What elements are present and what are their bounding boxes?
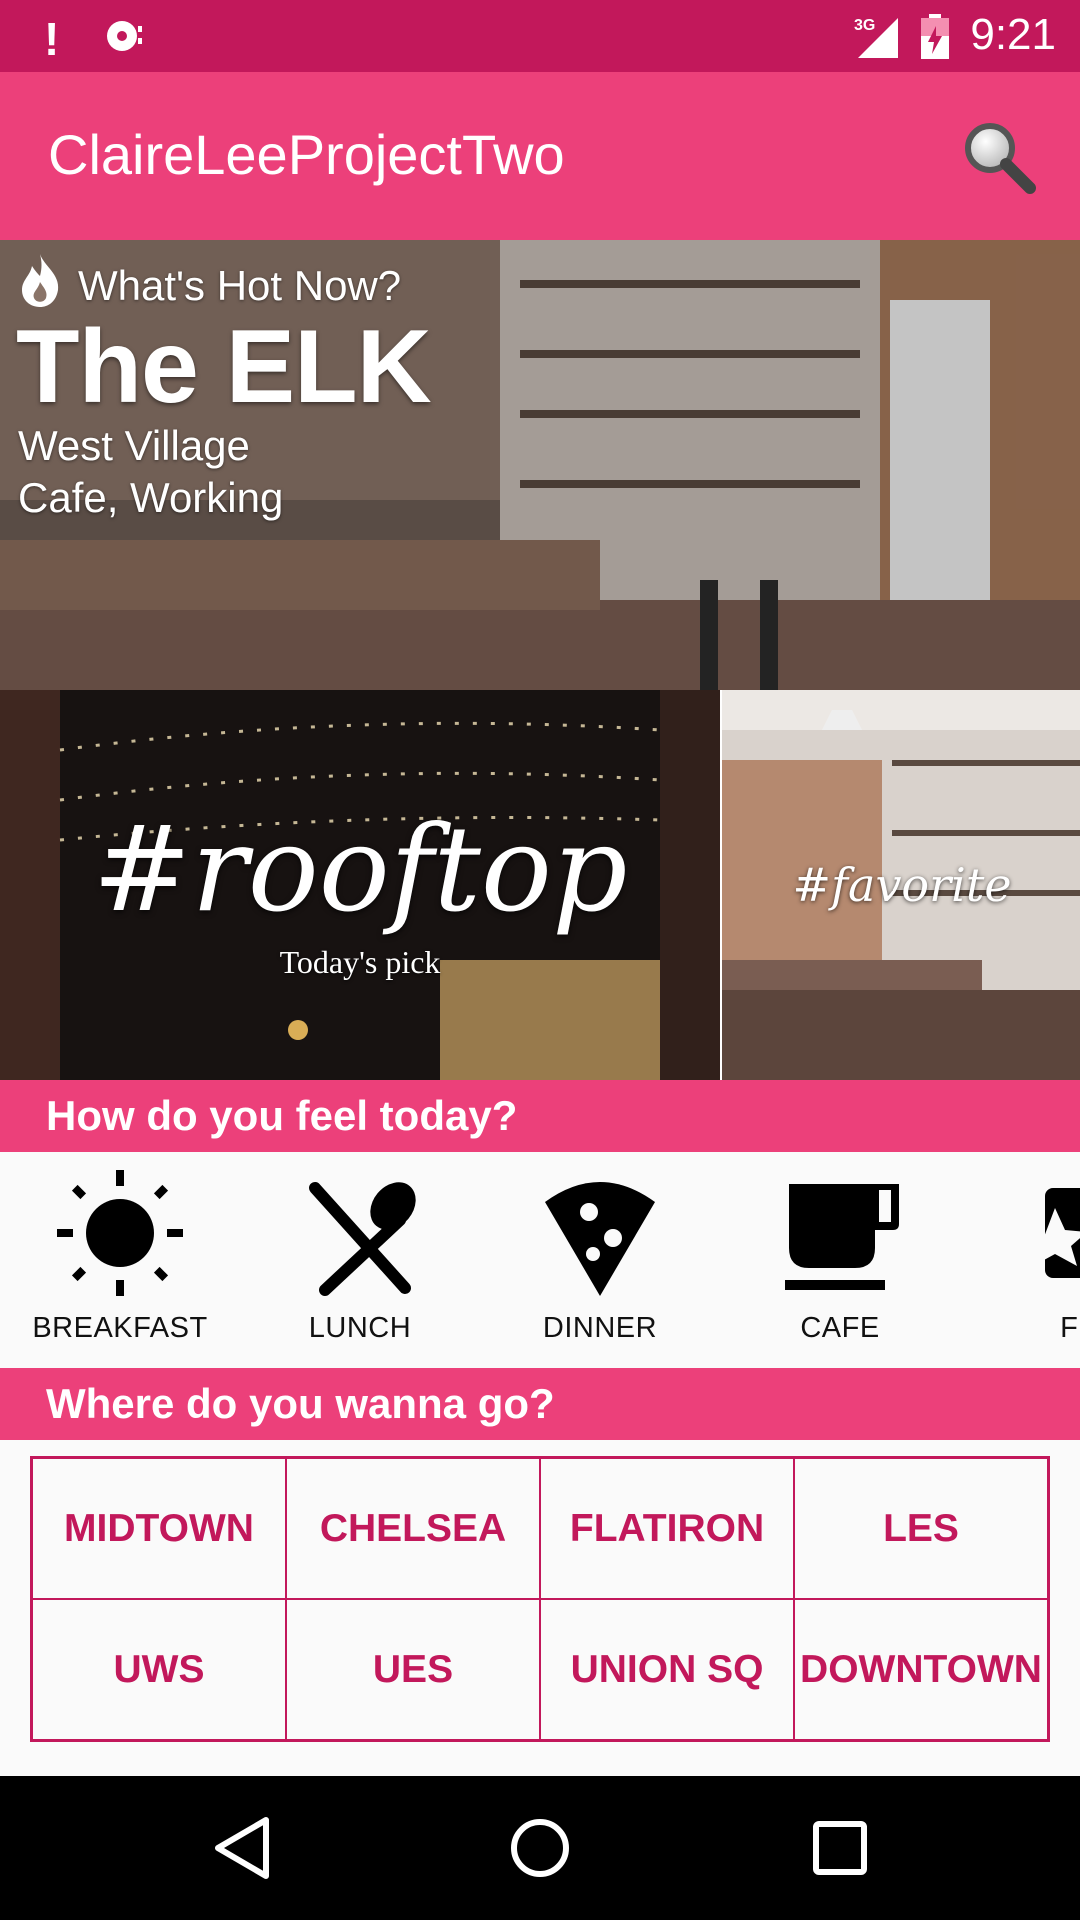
favorite-tile[interactable]: #favorite	[720, 690, 1080, 1080]
star-icon	[1033, 1188, 1080, 1278]
mood-label: FU	[1060, 1312, 1080, 1344]
neighborhood-grid: MIDTOWN CHELSEA FLATIRON LES UWS UES UNI…	[30, 1456, 1050, 1742]
mood-item-fun[interactable]: FU	[980, 1168, 1080, 1358]
back-icon[interactable]	[206, 1812, 278, 1884]
fork-spoon-icon	[309, 1182, 416, 1296]
hero-kicker: What's Hot Now?	[78, 262, 402, 309]
battery-icon	[921, 14, 949, 59]
mood-item-lunch[interactable]: LUNCH	[260, 1168, 460, 1358]
flame-icon	[22, 254, 59, 307]
app-bar: ClaireLeeProjectTwo	[0, 72, 1080, 240]
sun-icon	[57, 1170, 183, 1296]
mood-item-cafe[interactable]: CAFE	[740, 1168, 940, 1358]
hero-tags: Cafe, Working	[18, 474, 284, 521]
alert-icon: !	[44, 13, 60, 65]
rooftop-hashtag: #rooftop	[92, 800, 628, 938]
app-title: ClaireLeeProjectTwo	[48, 123, 565, 186]
area-section-header: Where do you wanna go?	[0, 1368, 1080, 1440]
svg-text:3G: 3G	[854, 17, 875, 34]
hero-title: The ELK	[16, 309, 432, 425]
hero-location: West Village	[18, 422, 250, 469]
search-icon[interactable]	[960, 118, 1036, 194]
recents-icon[interactable]	[804, 1812, 876, 1884]
favorite-hashtag: #favorite	[792, 858, 1012, 912]
mood-list[interactable]: BREAKFAST LUNCH DINNER CAFE F	[0, 1152, 1080, 1368]
status-bar: ! 3G 9:21	[0, 0, 1080, 72]
area-button-les[interactable]: LES	[794, 1458, 1048, 1599]
clock: 9:21	[970, 10, 1056, 59]
rooftop-tile[interactable]: #rooftop Today's pick	[0, 690, 720, 1080]
pizza-icon	[545, 1182, 655, 1296]
mood-item-breakfast[interactable]: BREAKFAST	[20, 1168, 220, 1358]
mood-item-dinner[interactable]: DINNER	[500, 1168, 700, 1358]
area-button-midtown[interactable]: MIDTOWN	[32, 1458, 286, 1599]
mood-section-header: How do you feel today?	[0, 1080, 1080, 1152]
coffee-cup-icon	[785, 1184, 899, 1290]
home-icon[interactable]	[504, 1812, 576, 1884]
mood-label: BREAKFAST	[32, 1312, 208, 1344]
mood-label: LUNCH	[308, 1312, 412, 1344]
mood-label: DINNER	[542, 1312, 658, 1344]
mood-label: CAFE	[800, 1312, 880, 1344]
signal-icon: 3G	[854, 17, 898, 58]
area-button-union-sq[interactable]: UNION SQ	[540, 1599, 794, 1740]
system-nav-bar	[0, 1776, 1080, 1920]
todays-pick-label: Today's pick	[279, 944, 441, 980]
area-button-ues[interactable]: UES	[286, 1599, 540, 1740]
area-button-chelsea[interactable]: CHELSEA	[286, 1458, 540, 1599]
sync-disc-icon	[107, 21, 142, 51]
area-button-flatiron[interactable]: FLATIRON	[540, 1458, 794, 1599]
hero-banner[interactable]: What's Hot Now? The ELK West Village Caf…	[0, 240, 1080, 690]
area-button-uws[interactable]: UWS	[32, 1599, 286, 1740]
area-button-downtown[interactable]: DOWNTOWN	[794, 1599, 1048, 1740]
